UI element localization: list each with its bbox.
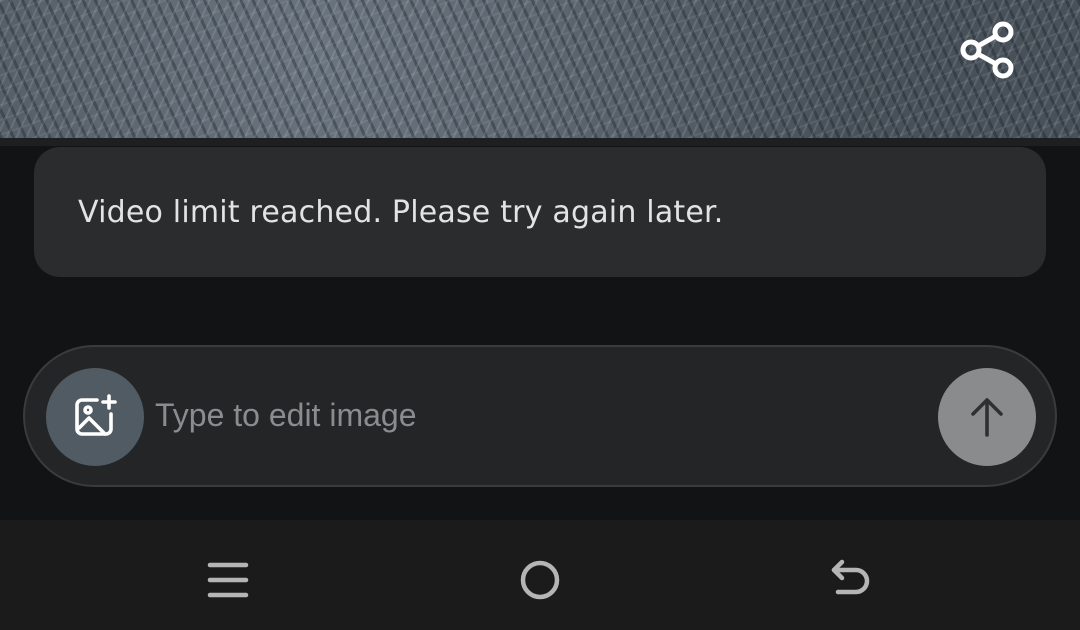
image-divider [0,138,1080,146]
add-image-button[interactable] [46,368,144,466]
recents-icon [207,562,249,598]
share-button[interactable] [952,14,1024,86]
back-button[interactable] [822,550,882,610]
recents-button[interactable] [198,550,258,610]
status-message-text: Video limit reached. Please try again la… [78,194,724,230]
prompt-input[interactable] [155,383,925,447]
arrow-up-icon [971,398,1003,437]
back-icon [831,559,870,595]
share-icon [960,21,1014,79]
screen: Video limit reached. Please try again la… [0,0,1080,630]
add-image-icon [75,394,117,436]
system-nav-bar [0,520,1080,630]
send-button[interactable] [938,368,1036,466]
prompt-composer [23,345,1057,487]
image-preview[interactable] [0,0,1080,138]
home-icon [520,560,560,600]
home-button[interactable] [510,550,570,610]
status-message: Video limit reached. Please try again la… [34,147,1046,277]
